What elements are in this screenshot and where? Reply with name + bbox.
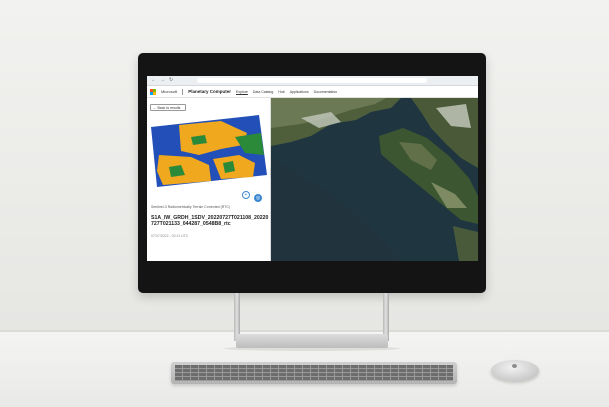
nav-applications[interactable]: Applications	[290, 90, 309, 94]
keyboard[interactable]	[171, 362, 457, 384]
stand-base	[236, 334, 388, 348]
desk-edge	[0, 330, 609, 332]
nav-documentation[interactable]: Documentation	[314, 90, 338, 94]
monitor: ← → ↻ Microsoft Planetary Computer Explo…	[138, 53, 486, 293]
mouse[interactable]	[491, 360, 539, 381]
mouse-button[interactable]	[512, 364, 517, 368]
scene-preview-image[interactable]	[151, 115, 267, 187]
keyboard-keys[interactable]	[175, 365, 453, 381]
reload-icon[interactable]: ↻	[169, 78, 173, 83]
zoom-to-scene-icon[interactable]: ◎	[254, 194, 262, 202]
satellite-map[interactable]	[271, 98, 478, 261]
nav-hub[interactable]: Hub	[278, 90, 284, 94]
back-to-results-button[interactable]: ← Back to results	[150, 104, 186, 111]
browser-toolbar: ← → ↻	[147, 76, 478, 86]
product-title[interactable]: Planetary Computer	[188, 89, 231, 94]
item-datetime: 07/27/2022 - 02:11 UTC	[151, 234, 189, 238]
forward-arrow-icon[interactable]: →	[160, 78, 165, 83]
microsoft-logo-icon[interactable]	[150, 88, 156, 95]
zoom-in-icon[interactable]: +	[242, 191, 250, 199]
item-id-title: S1A_IW_GRDH_1SDV_20220727T021108_2022072…	[151, 215, 269, 227]
header-divider	[182, 88, 184, 95]
app-header: Microsoft Planetary Computer Explore Dat…	[147, 86, 478, 98]
back-arrow-icon[interactable]: ←	[151, 78, 156, 83]
address-bar[interactable]	[197, 78, 428, 83]
screen: ← → ↻ Microsoft Planetary Computer Explo…	[147, 76, 478, 261]
item-detail-panel: ← Back to results + ◎ Sentinel-3 Radiome…	[147, 98, 271, 261]
brand-name[interactable]: Microsoft	[161, 89, 177, 94]
nav-explore[interactable]: Explore	[236, 90, 248, 94]
collection-label: Sentinel-3 Radiometrically Terrain Corre…	[151, 205, 231, 209]
nav-data-catalog[interactable]: Data Catalog	[253, 90, 273, 94]
